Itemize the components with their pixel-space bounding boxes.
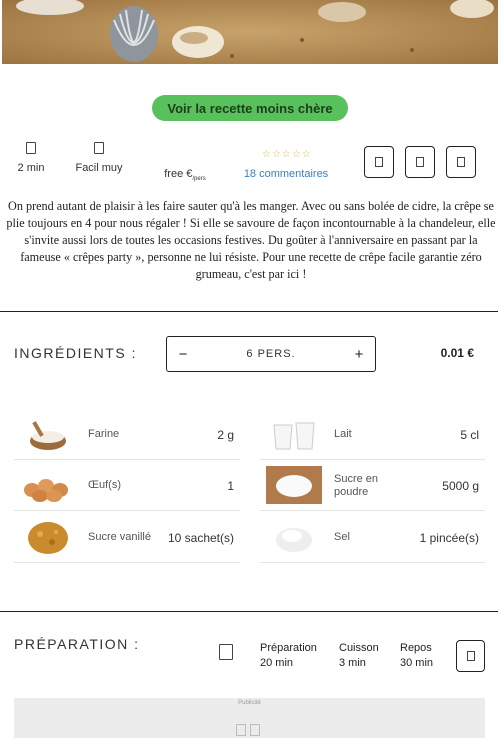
ad-label: Publicité [238,700,261,706]
ingredient-qty: 1 pincée(s) [419,530,479,545]
cheaper-recipe-button[interactable]: Voir la recette moins chère [152,95,348,121]
sugar-image [266,466,322,504]
difficulty-icon [94,142,104,154]
ingredient-name: Sucre en poudre [334,472,379,498]
rest-duration-value: 30 min [400,657,434,669]
prep-duration-label: Préparation [260,642,317,654]
ingredient-qty: 2 g [217,427,234,442]
divider [0,611,498,612]
print-button[interactable] [364,146,394,178]
servings-value: 6 PERS. [246,348,296,360]
milk-image [273,422,315,450]
rating-stars[interactable]: ☆☆☆☆☆ [262,149,312,160]
ingredients-title: INGRÉDIENTS : [14,345,137,361]
bookmark-icon [416,157,424,167]
rest-duration-label: Repos [400,642,432,654]
salt-image [276,528,312,552]
cost: free €/pers [140,168,230,182]
eggs-image [24,479,68,502]
prep-duration: Préparation 20 min [260,641,317,671]
total-price: 0.01 € [440,346,474,360]
flour-image [30,421,66,450]
print-icon [466,651,475,661]
ingredient-item: Sucre vanillé 10 sachet(s) [14,512,240,563]
ingredient-qty: 1 [227,478,234,493]
recipe-intro: On prend autant de plaisir à les faire s… [6,199,496,281]
ingredient-item: Farine 2 g [14,409,240,460]
cook-duration-value: 3 min [339,657,366,669]
save-button[interactable] [405,146,435,178]
difficulty: Facil muy [54,142,144,174]
decrease-servings-button[interactable]: − [175,346,191,363]
ingredient-name: Sucre vanillé [88,531,151,543]
ingredient-qty: 10 sachet(s) [167,530,234,545]
increase-servings-button[interactable]: + [351,346,367,363]
cost-suffix: /pers [192,176,206,183]
comments-link[interactable]: 18 commentaires [236,168,336,180]
divider [0,311,498,312]
advertisement[interactable]: Publicité [14,698,485,738]
rest-duration: Repos 30 min [400,641,433,671]
ingredient-name: Lait [334,428,352,440]
servings-stepper: − 6 PERS. + [166,336,376,372]
timer-icon [219,644,233,660]
ingredient-qty: 5000 g [442,478,479,493]
vanilla-sugar-image [28,522,68,554]
ingredient-name: Farine [88,428,120,440]
cook-duration-label: Cuisson [339,642,379,654]
ingredient-item: Œuf(s) 1 [14,460,240,511]
cook-duration: Cuisson 3 min [339,641,379,671]
print-icon [375,157,383,167]
cost-label: free € [164,168,193,180]
prep-duration-value: 20 min [260,657,294,669]
preparation-title: PRÉPARATION : [14,636,140,652]
ingredient-item: Sucre en poudre 5000 g [260,460,485,511]
difficulty-label: Facil muy [75,162,123,174]
share-icon [457,157,465,167]
clock-icon [26,142,36,154]
header-image [2,0,498,64]
share-button[interactable] [446,146,476,178]
ingredient-name: Œuf(s) [88,479,121,491]
ad-placeholder-icon [250,724,260,736]
ingredient-qty: 5 cl [460,427,479,442]
ad-placeholder-icon [236,724,246,736]
print-steps-button[interactable] [456,640,485,672]
ingredient-item: Lait 5 cl [260,409,485,460]
ingredient-item: Sel 1 pincée(s) [260,512,485,563]
ingredient-name: Sel [334,531,350,543]
